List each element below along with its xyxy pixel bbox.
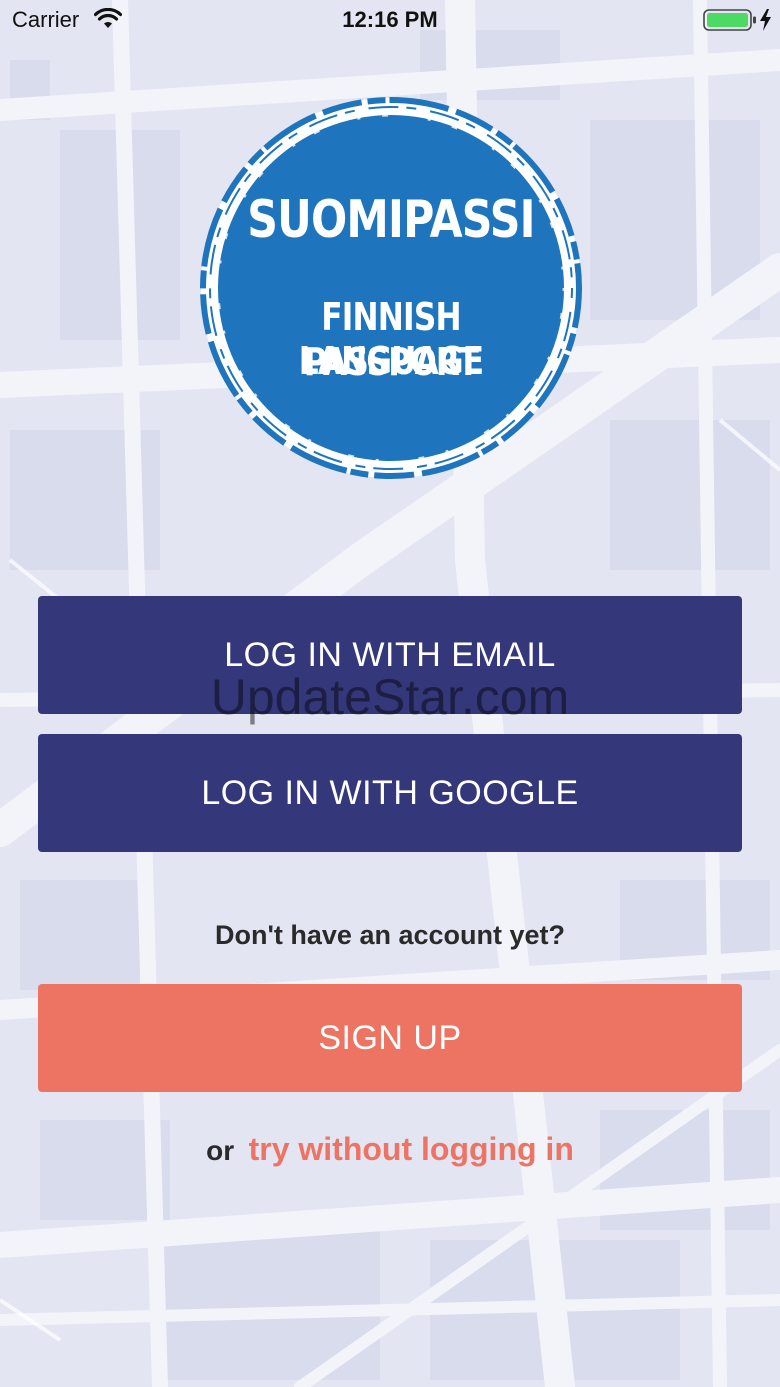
try-without-login-link[interactable]: try without logging in <box>249 1131 574 1167</box>
login-with-email-label: LOG IN WITH EMAIL <box>224 635 556 674</box>
login-screen: Carrier 12:16 PM SUOMIPASSI FINNISH LANG… <box>0 0 780 1387</box>
no-account-prompt: Don't have an account yet? <box>215 920 565 950</box>
login-with-email-button[interactable]: LOG IN WITH EMAIL <box>38 596 742 714</box>
logo-title: SUOMIPASSI <box>247 190 535 250</box>
sign-up-label: SIGN UP <box>318 1018 462 1057</box>
guest-row: or try without logging in <box>0 1131 780 1168</box>
sign-up-button[interactable]: SIGN UP <box>38 984 742 1092</box>
login-with-google-button[interactable]: LOG IN WITH GOOGLE <box>38 734 742 852</box>
login-with-google-label: LOG IN WITH GOOGLE <box>201 773 579 812</box>
status-time: 12:16 PM <box>342 7 438 32</box>
suomipassi-logo: SUOMIPASSI FINNISH LANGUAGE PASSPORT <box>195 92 587 484</box>
or-label: or <box>206 1135 235 1166</box>
logo-subtitle-line2: PASSPORT <box>303 340 479 384</box>
battery-charging-icon <box>703 9 771 31</box>
status-bar: Carrier 12:16 PM <box>0 0 780 40</box>
